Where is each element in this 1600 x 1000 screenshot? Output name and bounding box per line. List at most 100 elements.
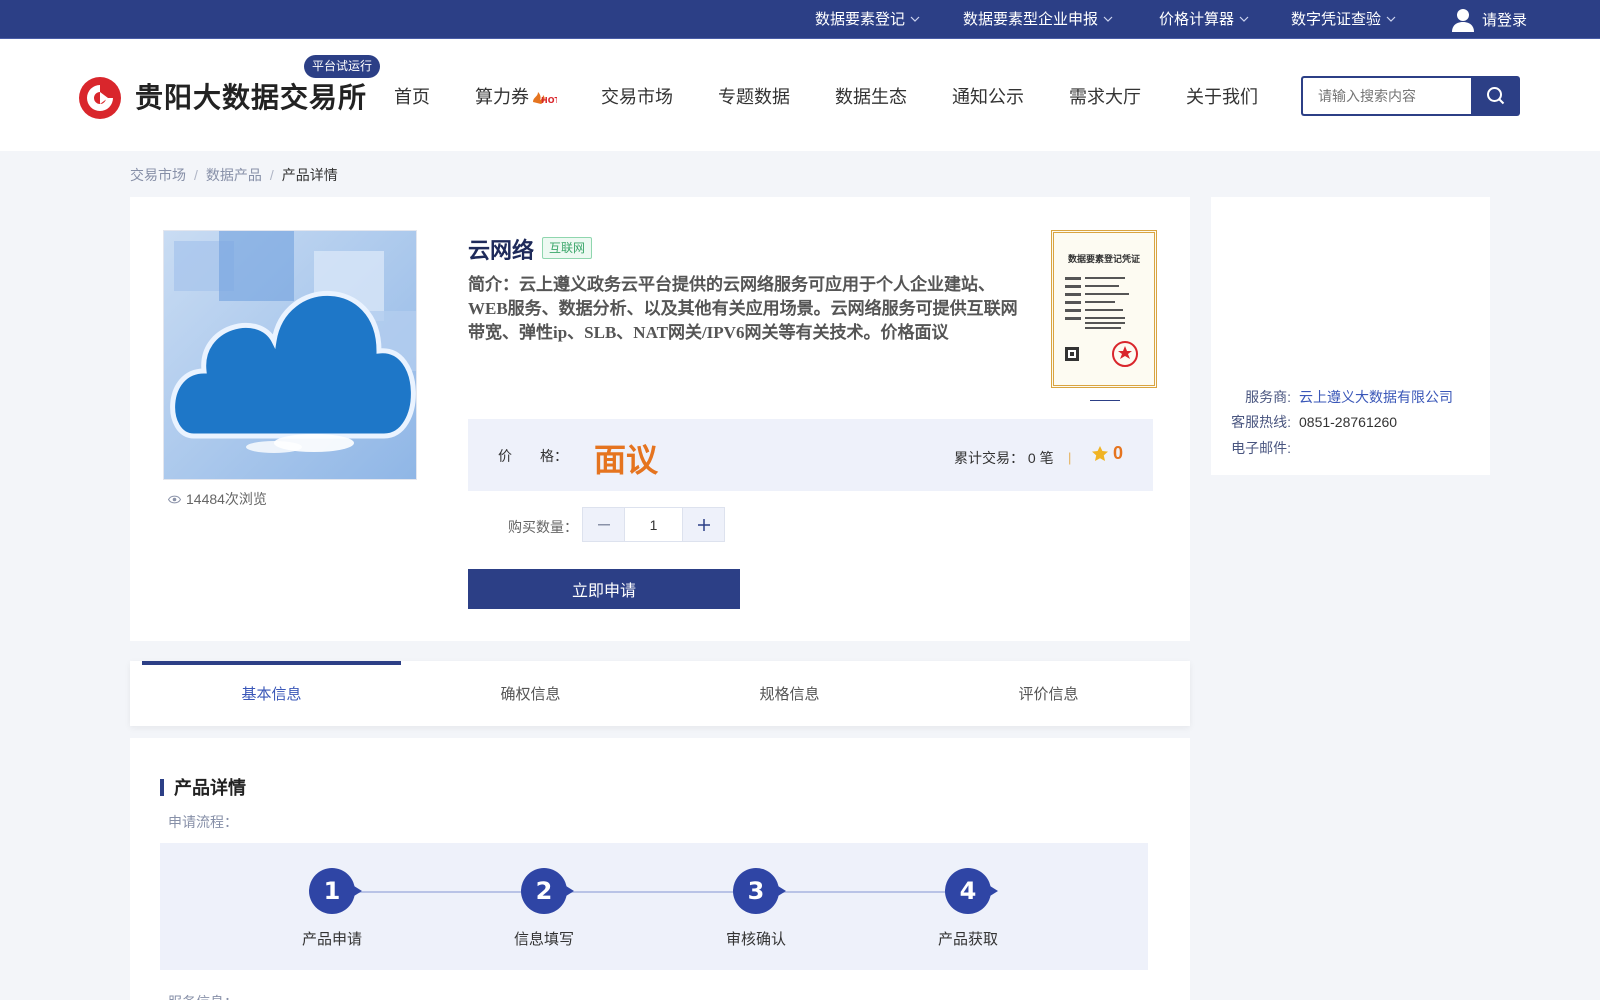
chevron-down-icon — [1239, 16, 1249, 22]
flow-step: 2 信息填写 — [489, 868, 599, 949]
trial-badge: 平台试运行 — [304, 55, 381, 78]
hotline-key: 客服热线: — [1231, 414, 1291, 430]
cloud-illustration — [164, 231, 416, 479]
rating: 0 — [1092, 443, 1123, 464]
trade-count: 累计交易： 0 笔 — [954, 450, 1054, 466]
breadcrumb-trading-market[interactable]: 交易市场 — [130, 167, 186, 183]
hotline-row: 客服热线: 0851-28761260 — [1229, 412, 1397, 432]
user-icon — [1452, 8, 1474, 32]
topbar-price-calculator[interactable]: 价格计算器 — [1159, 0, 1249, 39]
rating-value: 0 — [1113, 443, 1124, 463]
step-label: 审核确认 — [725, 931, 786, 948]
nav-home[interactable]: 首页 — [394, 83, 430, 109]
tab-review-info[interactable]: 评价信息 — [919, 661, 1178, 726]
logo-icon[interactable] — [79, 77, 121, 119]
nav-compute-voucher[interactable]: 算力券 — [475, 83, 529, 109]
star-icon — [1092, 446, 1108, 461]
search-input[interactable] — [1303, 78, 1473, 114]
eye-icon — [168, 495, 181, 503]
product-description: 简介：云上遵义政务云平台提供的云网络服务可应用于个人企业建站、WEB服务、数据分… — [468, 275, 1018, 342]
chevron-down-icon — [1386, 16, 1396, 22]
hotline-value: 0851-28761260 — [1299, 414, 1398, 430]
topbar-certificate-verify[interactable]: 数字凭证查验 — [1291, 0, 1396, 39]
site-title[interactable]: 贵阳大数据交易所 — [135, 76, 367, 116]
quantity-value[interactable]: 1 — [624, 508, 683, 541]
application-flow: 1 产品申请 2 信息填写 3 审核确认 4 产品获取 — [160, 843, 1148, 970]
plus-icon — [697, 518, 710, 531]
hot-flame-icon: HOT — [533, 92, 557, 104]
product-details: 产品详情 申请流程： 1 产品申请 2 信息填写 3 审核确认 4 产品获取 服… — [130, 738, 1190, 1000]
chevron-down-icon — [1103, 16, 1113, 22]
product-card: 14484次浏览 云网络 互联网 简介：云上遵义政务云平台提供的云网络服务可应用… — [130, 197, 1190, 641]
view-count: 14484次浏览 — [168, 489, 267, 509]
provider-link[interactable]: 云上遵义大数据有限公司 — [1299, 389, 1453, 405]
topbar-item-label: 价格计算器 — [1159, 11, 1235, 28]
search-button[interactable] — [1471, 76, 1520, 116]
search-icon — [1486, 87, 1504, 105]
service-info-label: 服务信息： — [168, 992, 238, 1000]
flow-label: 申请流程： — [168, 814, 238, 830]
decrease-button[interactable] — [583, 508, 624, 541]
topbar-item-label: 数据要素登记 — [815, 11, 906, 28]
tab-basic-info[interactable]: 基本信息 — [142, 661, 401, 726]
quantity-stepper: 1 — [582, 507, 725, 542]
breadcrumb: 交易市场 / 数据产品 / 产品详情 — [130, 165, 346, 185]
topbar-data-registration[interactable]: 数据要素登记 — [815, 0, 920, 39]
breadcrumb-data-products[interactable]: 数据产品 — [206, 167, 262, 183]
step-label: 产品获取 — [937, 931, 998, 948]
apply-button[interactable]: 立即申请 — [468, 569, 740, 609]
step-number: 3 — [733, 868, 786, 914]
top-bar: 数据要素登记 数据要素型企业申报 价格计算器 数字凭证查验 请登录 — [0, 0, 1600, 39]
breadcrumb-separator: / — [194, 167, 198, 183]
category-tag[interactable]: 互联网 — [542, 237, 593, 259]
flow-step: 4 产品获取 — [913, 868, 1023, 949]
price-label: 价 格： — [498, 448, 568, 464]
flow-step: 1 产品申请 — [277, 868, 387, 949]
provider-key: 服务商: — [1245, 389, 1291, 405]
flow-step: 3 审核确认 — [701, 868, 811, 949]
step-label: 产品申请 — [301, 931, 362, 948]
site-header: 贵阳大数据交易所 平台试运行 首页 算力券 交易市场 专题数据 数据生态 通知公… — [0, 39, 1600, 151]
tab-spec-info[interactable]: 规格信息 — [660, 661, 919, 726]
breadcrumb-separator: / — [269, 167, 274, 183]
product-title: 云网络 — [468, 239, 535, 264]
hot-label: HOT — [541, 96, 557, 104]
step-label: 信息填写 — [513, 931, 574, 948]
certificate-indicator — [1090, 400, 1120, 401]
price-value: 面议 — [594, 441, 659, 479]
nav-topic-data[interactable]: 专题数据 — [718, 83, 790, 109]
step-number: 4 — [945, 868, 998, 914]
minus-icon — [597, 523, 610, 525]
search-box — [1301, 76, 1473, 116]
topbar-item-label: 数据要素型企业申报 — [963, 11, 1099, 28]
step-number: 2 — [521, 868, 574, 914]
provider-row: 服务商: 云上遵义大数据有限公司 — [1229, 387, 1453, 407]
quantity-label: 购买数量： — [508, 519, 578, 535]
email-key: 电子邮件: — [1231, 440, 1291, 456]
step-number: 1 — [309, 868, 362, 914]
nav-notices[interactable]: 通知公示 — [952, 83, 1024, 109]
tab-rights-info[interactable]: 确权信息 — [401, 661, 660, 726]
product-image — [163, 230, 417, 480]
topbar-enterprise-declare[interactable]: 数据要素型企业申报 — [963, 0, 1113, 39]
breadcrumb-current: 产品详情 — [281, 167, 338, 183]
certificate-content — [1065, 277, 1138, 367]
chevron-down-icon — [910, 16, 920, 22]
email-row: 电子邮件: — [1229, 438, 1299, 458]
topbar-item-label: 数字凭证查验 — [1291, 11, 1382, 28]
login-label: 请登录 — [1482, 12, 1528, 29]
certificate-title: 数据要素登记凭证 — [1067, 255, 1140, 265]
nav-data-ecosystem[interactable]: 数据生态 — [835, 83, 907, 109]
nav-trading-market[interactable]: 交易市场 — [601, 83, 673, 109]
flow-connector — [335, 891, 975, 893]
section-title: 产品详情 — [160, 774, 246, 800]
nav-about-us[interactable]: 关于我们 — [1186, 83, 1258, 109]
detail-tabs: 基本信息 确权信息 规格信息 评价信息 — [130, 661, 1190, 726]
stats-divider: | — [1068, 450, 1072, 465]
nav-demand-hall[interactable]: 需求大厅 — [1069, 83, 1141, 109]
login-button[interactable]: 请登录 — [1452, 0, 1527, 39]
provider-card: 服务商: 云上遵义大数据有限公司 客服热线: 0851-28761260 电子邮件: — [1211, 197, 1490, 475]
increase-button[interactable] — [683, 508, 724, 541]
registration-certificate[interactable]: 数据要素登记凭证 — [1051, 230, 1157, 388]
view-count-text: 14484次浏览 — [186, 491, 267, 507]
